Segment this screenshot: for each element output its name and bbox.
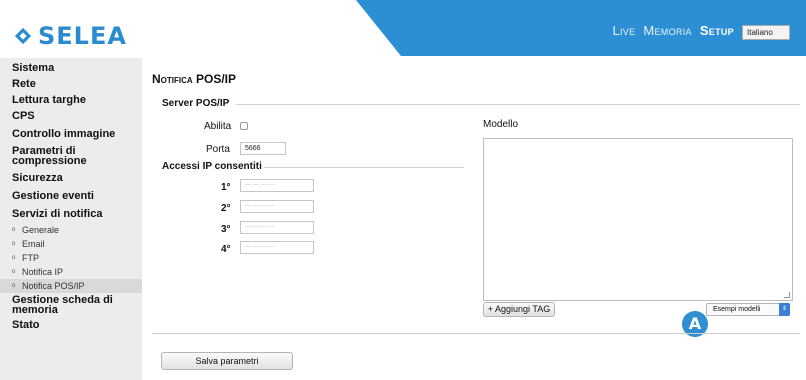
sidebar-item-sicurezza[interactable]: Sicurezza [0,172,142,184]
selea-logo-icon [14,27,32,45]
page-title: Notifica POS/IP [152,72,237,86]
sidebar-item-rete[interactable]: Rete [0,78,142,90]
esempi-modelli-select[interactable]: Esempi modelli ⇕ [706,303,790,316]
nav-live[interactable]: Live [612,23,635,38]
add-tag-button[interactable]: + Aggiungi TAG [483,302,555,317]
ip-2-field[interactable]: ---.---.---.--- [240,200,314,213]
modello-label: Modello [483,119,519,130]
sidebar-item-controllo-immagine[interactable]: Controllo immagine [0,128,142,140]
sidebar-item-sistema[interactable]: Sistema [0,62,142,74]
language-select[interactable]: Italiano [742,25,790,40]
footer-divider [152,333,800,334]
ip-1-label: 1° [221,182,231,193]
section-divider [264,167,464,168]
sidebar-item-lettura-targhe[interactable]: Lettura targhe [0,94,142,106]
sidebar-item-servizi-notifica[interactable]: Servizi di notifica [0,208,142,220]
top-navigation: Live Memoria Setup [612,23,734,38]
sidebar-item-stato[interactable]: Stato [0,319,142,331]
sidebar-subitem-notifica-pos-ip[interactable]: Notifica POS/IP [0,279,142,293]
logo[interactable]: SELEA [14,22,127,50]
sidebar-item-gestione-eventi[interactable]: Gestione eventi [0,190,142,202]
server-section-heading: Server POS/IP [162,98,230,109]
ip-1-field[interactable]: ---.---.---.--- [240,179,314,192]
ip-4-label: 4° [221,244,231,255]
ip-4-field[interactable]: ---.---.---.--- [240,241,314,254]
sidebar-subitem-notifica-ip[interactable]: Notifica IP [0,265,142,279]
brand-name: SELEA [38,22,127,50]
ip-3-label: 3° [221,224,231,235]
header-band [356,0,806,56]
porta-field[interactable]: 5666 [240,142,286,155]
ip-2-label: 2° [221,203,231,214]
save-button[interactable]: Salva parametri [161,352,293,370]
abilita-label: Abilita [204,121,232,132]
sidebar: Sistema Rete Lettura targhe CPS Controll… [0,58,142,380]
abilita-checkbox[interactable] [240,122,248,130]
sidebar-subitem-email[interactable]: Email [0,237,142,251]
sidebar-subitem-ftp[interactable]: FTP [0,251,142,265]
esempi-modelli-value: Esempi modelli [713,306,761,313]
porta-label: Porta [206,144,230,155]
sidebar-item-cps[interactable]: CPS [0,110,142,122]
accessi-section-heading: Accessi IP consentiti [162,161,262,172]
nav-setup[interactable]: Setup [700,23,734,38]
sidebar-item-label: memoria [12,304,58,316]
sidebar-item-gestione-scheda[interactable]: Gestione scheda di memoria [0,295,142,316]
nav-memoria[interactable]: Memoria [643,23,691,38]
resize-grip-icon[interactable] [784,292,790,298]
sidebar-subitem-generale[interactable]: Generale [0,223,142,237]
ip-3-field[interactable]: ---.---.---.--- [240,221,314,234]
section-divider [236,104,800,105]
modello-textarea[interactable] [483,138,793,301]
header: SELEA Live Memoria Setup Italiano [0,0,806,58]
chevron-updown-icon: ⇕ [779,303,790,316]
sidebar-item-parametri[interactable]: Parametri di compressione [0,146,142,167]
sidebar-item-label: compressione [12,155,87,167]
